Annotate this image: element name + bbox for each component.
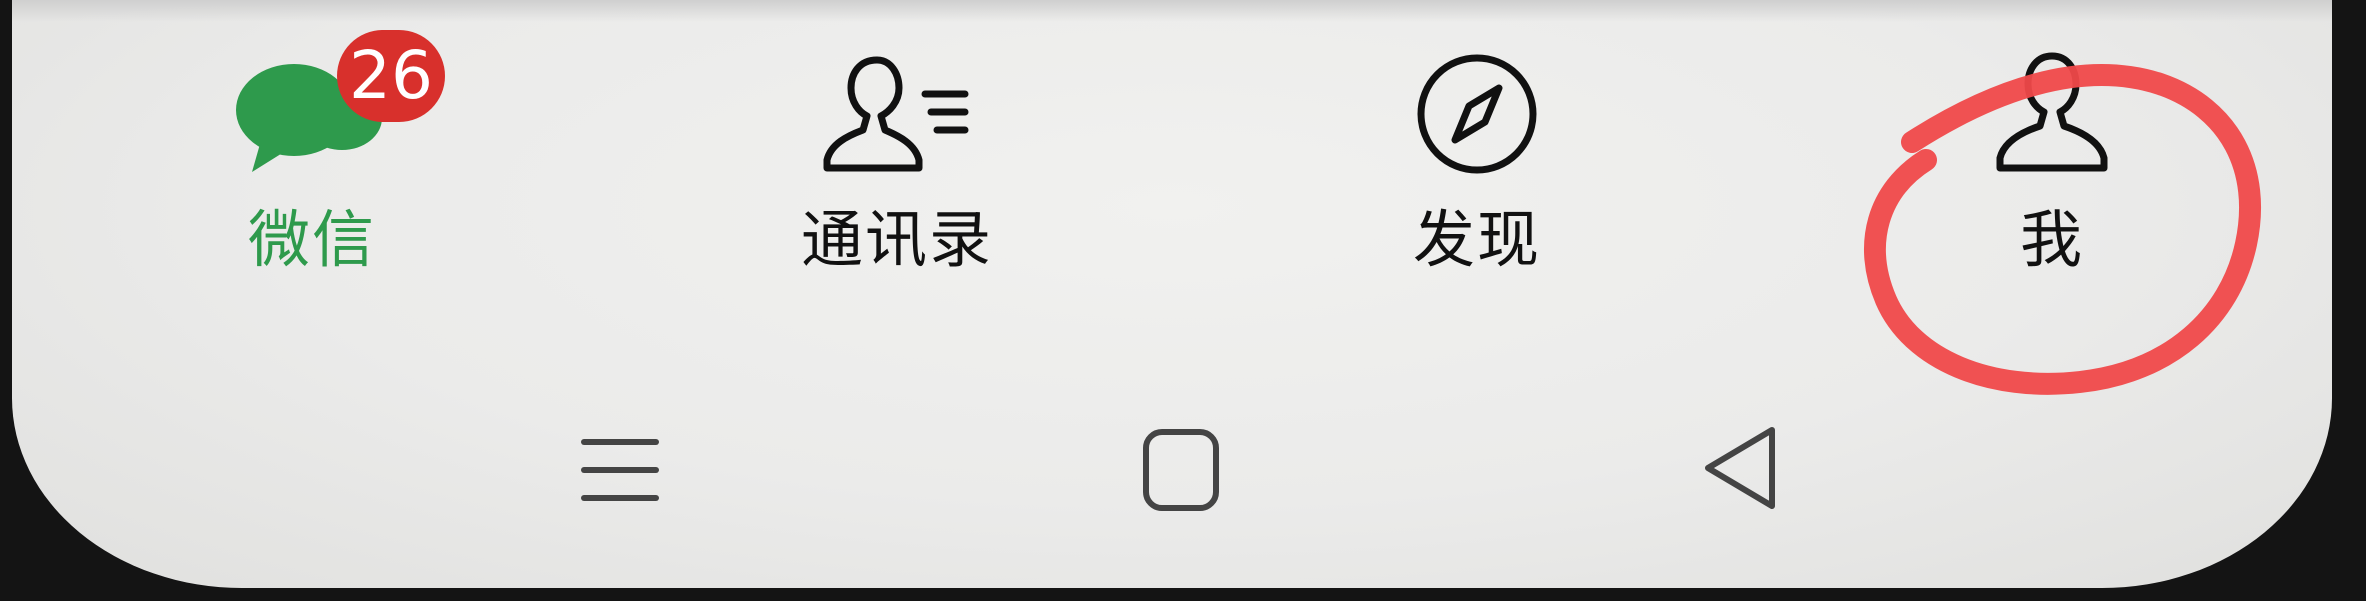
person-icon <box>1996 52 2108 172</box>
contacts-icon <box>823 56 969 172</box>
menu-lines-icon <box>581 439 659 501</box>
tab-discover[interactable]: 发现 <box>1337 0 1617 330</box>
bottom-tab-bar: 26 微信 通讯录 发现 我 <box>12 0 2332 360</box>
tab-discover-label: 发现 <box>1412 203 1541 276</box>
tab-chats-label: 微信 <box>247 203 376 276</box>
system-nav-bar <box>12 390 2332 540</box>
nav-home-button[interactable] <box>1120 410 1240 530</box>
tab-me-label: 我 <box>2019 203 2084 276</box>
tab-contacts[interactable]: 通讯录 <box>757 0 1037 330</box>
nav-menu-button[interactable] <box>560 410 680 530</box>
square-home-icon <box>1143 429 1219 511</box>
compass-icon <box>1417 54 1537 174</box>
phone-screen: 26 微信 通讯录 发现 我 <box>12 0 2332 588</box>
nav-back-button[interactable] <box>1680 410 1800 530</box>
tab-contacts-label: 通讯录 <box>800 203 993 276</box>
tab-me[interactable]: 我 <box>1912 0 2192 330</box>
tab-chats[interactable]: 26 微信 <box>172 0 452 330</box>
unread-badge: 26 <box>337 30 445 122</box>
triangle-back-icon <box>1705 427 1775 509</box>
